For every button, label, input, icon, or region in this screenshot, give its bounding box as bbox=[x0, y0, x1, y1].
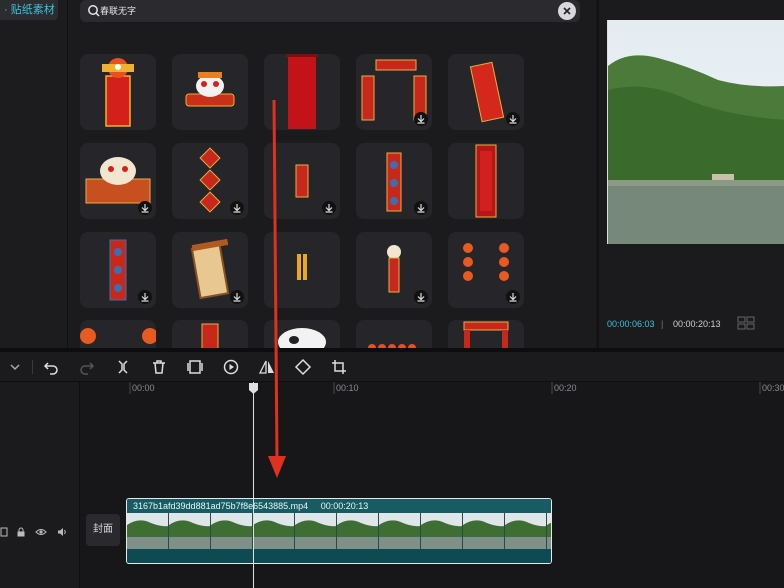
eye-icon[interactable] bbox=[35, 526, 47, 538]
search-input[interactable]: 春联无字 bbox=[100, 0, 136, 22]
current-time: 00:00:06:03 bbox=[607, 319, 655, 329]
red-gate-icon bbox=[463, 321, 509, 348]
download-button[interactable] bbox=[322, 201, 336, 215]
sticker-tile[interactable] bbox=[172, 143, 248, 219]
sticker-tile[interactable] bbox=[356, 143, 432, 219]
sticker-tile[interactable] bbox=[80, 320, 156, 348]
redo-icon[interactable] bbox=[78, 358, 96, 376]
download-button[interactable] bbox=[414, 112, 428, 126]
timeline: 00:00 00:10 00:20 00:30 封面 3167b1afd39dd… bbox=[0, 382, 784, 588]
download-icon bbox=[509, 115, 517, 124]
clip-header: 3167b1afd39dd881ad75b7f8e6543885.mp4 00:… bbox=[127, 499, 551, 513]
split-icon[interactable] bbox=[114, 358, 132, 376]
track-header bbox=[0, 382, 80, 588]
clear-search-button[interactable] bbox=[558, 2, 576, 20]
download-icon bbox=[417, 293, 425, 302]
rotate-icon[interactable] bbox=[294, 358, 312, 376]
tick-label: 00:30 bbox=[762, 383, 784, 393]
clip-filename: 3167b1afd39dd881ad75b7f8e6543885.mp4 bbox=[133, 501, 309, 511]
drag-arrow-annotation bbox=[268, 100, 286, 478]
sticker-tile[interactable] bbox=[448, 320, 524, 348]
download-icon bbox=[141, 293, 149, 302]
download-icon bbox=[141, 204, 149, 213]
tick-label: 00:10 bbox=[336, 383, 359, 393]
play-speed-icon[interactable] bbox=[222, 358, 240, 376]
download-button[interactable] bbox=[414, 201, 428, 215]
download-icon bbox=[417, 204, 425, 213]
clip-duration: 00:00:20:13 bbox=[320, 501, 369, 511]
download-button[interactable] bbox=[506, 112, 520, 126]
delete-icon[interactable] bbox=[150, 358, 168, 376]
video-clip[interactable]: 3167b1afd39dd881ad75b7f8e6543885.mp4 00:… bbox=[126, 498, 552, 564]
speaker-icon[interactable] bbox=[56, 526, 68, 538]
red-couplet-strip-icon bbox=[475, 144, 497, 218]
cover-button[interactable]: 封面 bbox=[86, 514, 120, 546]
sticker-tile[interactable] bbox=[356, 232, 432, 308]
sticker-tile[interactable] bbox=[80, 143, 156, 219]
nav-tab-sticker-material[interactable]: · 贴纸素材 bbox=[0, 0, 58, 20]
sticker-tile[interactable] bbox=[172, 232, 248, 308]
firecrackers-icon bbox=[368, 344, 416, 348]
playhead[interactable] bbox=[253, 382, 254, 588]
chevron-down-icon[interactable] bbox=[6, 358, 24, 376]
sticker-tile[interactable] bbox=[172, 54, 248, 130]
sticker-tile[interactable] bbox=[448, 54, 524, 130]
red-card-icon bbox=[201, 323, 219, 348]
clip-thumbnails bbox=[127, 513, 551, 549]
download-button[interactable] bbox=[506, 290, 520, 304]
ruler-ticks bbox=[129, 382, 761, 394]
video-preview[interactable] bbox=[607, 20, 784, 244]
fu-balls-icon bbox=[80, 328, 156, 344]
close-icon bbox=[563, 7, 571, 15]
sticker-tile[interactable] bbox=[80, 54, 156, 130]
download-icon bbox=[233, 293, 241, 302]
download-icon bbox=[509, 293, 517, 302]
tick-label: 00:20 bbox=[554, 383, 577, 393]
ratio-grid-icon[interactable] bbox=[737, 316, 755, 330]
freeze-frame-icon[interactable] bbox=[186, 358, 204, 376]
tick-label: 00:00 bbox=[132, 383, 155, 393]
landscape-frame bbox=[608, 20, 784, 244]
search-bar[interactable]: 春联无字 bbox=[80, 0, 580, 22]
time-divider: | bbox=[661, 319, 664, 329]
sticker-panel: 春联无字 bbox=[68, 0, 596, 348]
time-ruler[interactable]: 00:00 00:10 00:20 00:30 bbox=[80, 382, 784, 396]
lion-dance-scroll-icon bbox=[102, 58, 134, 127]
total-time: 00:00:20:13 bbox=[673, 319, 721, 329]
audio-waveform bbox=[127, 549, 551, 563]
download-icon bbox=[417, 115, 425, 124]
lion-dance-banner-icon bbox=[185, 72, 235, 107]
edit-toolbar bbox=[0, 352, 784, 382]
download-button[interactable] bbox=[414, 290, 428, 304]
sticker-tile[interactable] bbox=[448, 232, 524, 308]
undo-icon[interactable] bbox=[42, 358, 60, 376]
toolbar-separator bbox=[32, 360, 33, 374]
download-button[interactable] bbox=[138, 290, 152, 304]
track-toggle-icon[interactable] bbox=[0, 526, 12, 538]
download-button[interactable] bbox=[230, 201, 244, 215]
download-button[interactable] bbox=[138, 201, 152, 215]
sticker-tile[interactable] bbox=[356, 320, 432, 348]
left-nav: · 贴纸素材 bbox=[0, 0, 68, 348]
sticker-tile[interactable] bbox=[172, 320, 248, 348]
sticker-tile[interactable] bbox=[448, 143, 524, 219]
preview-panel: 00:00:06:03 | 00:00:20:13 bbox=[598, 0, 784, 348]
download-icon bbox=[325, 204, 333, 213]
crop-icon[interactable] bbox=[330, 358, 348, 376]
sticker-tile[interactable] bbox=[356, 54, 432, 130]
lock-icon[interactable] bbox=[15, 526, 27, 538]
download-icon bbox=[233, 204, 241, 213]
download-button[interactable] bbox=[230, 290, 244, 304]
sticker-tile[interactable] bbox=[80, 232, 156, 308]
